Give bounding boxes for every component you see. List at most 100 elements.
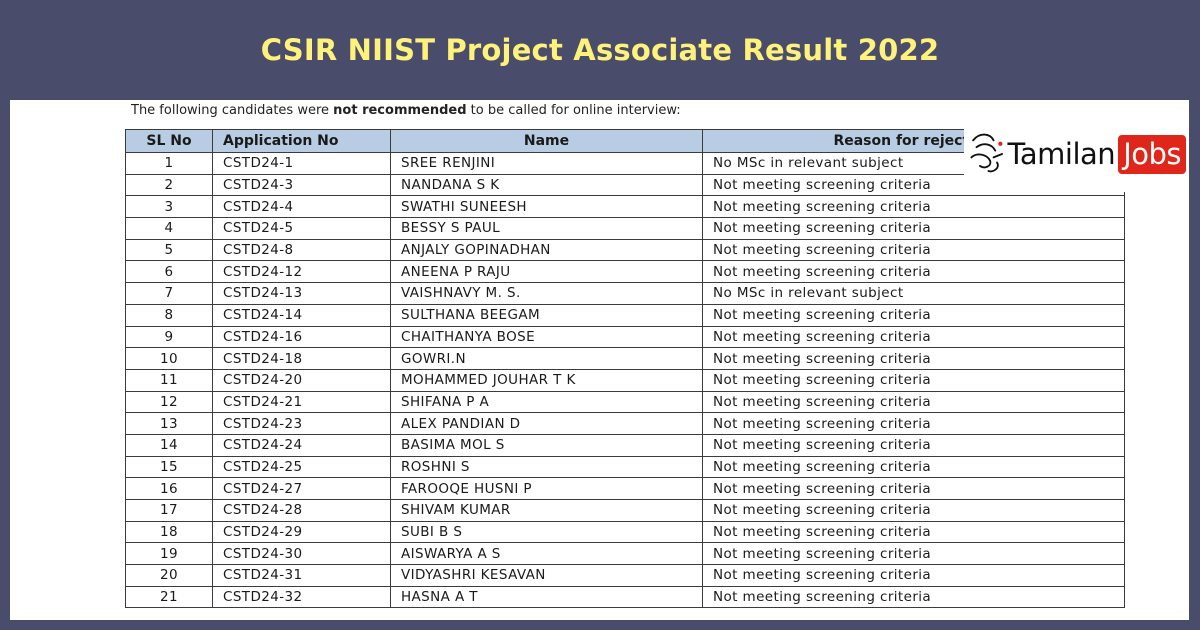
notice-text-start: The following candidates were — [131, 103, 334, 118]
cell-sl-no: 11 — [125, 368, 213, 392]
cell-reason: Not meeting screening criteria — [702, 455, 1125, 479]
cell-name: MOHAMMED JOUHAR T K — [390, 368, 703, 392]
cell-name: SUBI B S — [390, 520, 703, 544]
cell-sl-no: 21 — [125, 585, 213, 609]
cell-name: HASNA A T — [390, 585, 703, 609]
cell-sl-no: 17 — [125, 499, 213, 522]
cell-reason: Not meeting screening criteria — [702, 390, 1125, 414]
cell-sl-no: 1 — [125, 152, 213, 175]
cell-sl-no: 13 — [125, 412, 213, 435]
table-row: 17 CSTD24-28 SHIVAM KUMAR Not meeting scree… — [125, 499, 1125, 522]
notice-text-end: to be called for online interview: — [466, 103, 681, 118]
cell-name: NANDANA S K — [390, 173, 703, 197]
header-name: Name — [390, 129, 703, 153]
cell-sl-no: 8 — [125, 303, 213, 327]
cell-name: SHIFANA P A — [390, 390, 703, 414]
table-row: 14 CSTD24-24 BASIMA MOL S Not meeting scree… — [125, 433, 1125, 457]
cell-sl-no: 2 — [125, 173, 213, 197]
cell-application-no: CSTD24-32 — [212, 585, 391, 609]
cell-application-no: CSTD24-12 — [212, 260, 391, 284]
cell-reason: Not meeting screening criteria — [702, 195, 1125, 219]
logo-text-tamilan: Tamilan — [1007, 137, 1116, 171]
cell-name: AISWARYA A S — [390, 542, 703, 566]
cell-application-no: CSTD24-14 — [212, 303, 391, 327]
table-row: 20 CSTD24-31 VIDYASHRI KESAVAN Not meeting … — [125, 564, 1125, 587]
cell-application-no: CSTD24-5 — [212, 217, 391, 240]
cell-sl-no: 20 — [125, 564, 213, 587]
cell-application-no: CSTD24-28 — [212, 499, 391, 522]
cell-application-no: CSTD24-3 — [212, 173, 391, 197]
cell-sl-no: 15 — [125, 455, 213, 479]
cell-name: ANJALY GOPINADHAN — [390, 238, 703, 262]
table-row: 16 CSTD24-27 FAROOQE HUSNI P Not meeting sc… — [125, 477, 1125, 500]
table-row: 9 CSTD24-16 CHAITHANYA BOSE Not meeting scr… — [125, 325, 1125, 349]
header-application-no: Application No — [212, 129, 391, 153]
cell-application-no: CSTD24-16 — [212, 325, 391, 349]
cell-sl-no: 14 — [125, 433, 213, 457]
cell-name: BASIMA MOL S — [390, 433, 703, 457]
cell-application-no: CSTD24-1 — [212, 152, 391, 175]
cell-reason: Not meeting screening criteria — [702, 347, 1125, 370]
cell-name: SHIVAM KUMAR — [390, 499, 703, 522]
tamilan-jobs-logo: Tamilan Jobs — [964, 116, 1186, 192]
cell-application-no: CSTD24-25 — [212, 455, 391, 479]
cell-reason: Not meeting screening criteria — [702, 217, 1125, 240]
table-row: 7 CSTD24-13 VAISHNAVY M. S. No MSc in relev… — [125, 282, 1125, 305]
table-row: 5 CSTD24-8 ANJALY GOPINADHAN Not meeting sc… — [125, 238, 1125, 262]
cell-name: ANEENA P RAJU — [390, 260, 703, 284]
cell-reason: Not meeting screening criteria — [702, 433, 1125, 457]
cell-sl-no: 4 — [125, 217, 213, 240]
cell-name: ROSHNI S — [390, 455, 703, 479]
cell-reason: Not meeting screening criteria — [702, 238, 1125, 262]
cell-name: GOWRI.N — [390, 347, 703, 370]
cell-sl-no: 7 — [125, 282, 213, 305]
cell-application-no: CSTD24-4 — [212, 195, 391, 219]
cell-sl-no: 9 — [125, 325, 213, 349]
table-row: 4 CSTD24-5 BESSY S PAUL Not meeting screeni… — [125, 217, 1125, 240]
table-row: 6 CSTD24-12 ANEENA P RAJU Not meeting scree… — [125, 260, 1125, 284]
cell-application-no: CSTD24-13 — [212, 282, 391, 305]
tamil-script-logo-icon — [970, 133, 1004, 173]
cell-name: CHAITHANYA BOSE — [390, 325, 703, 349]
cell-reason: Not meeting screening criteria — [702, 303, 1125, 327]
cell-reason: Not meeting screening criteria — [702, 499, 1125, 522]
cell-application-no: CSTD24-23 — [212, 412, 391, 435]
cell-sl-no: 10 — [125, 347, 213, 370]
cell-name: SREE RENJINI — [390, 152, 703, 175]
cell-name: SWATHI SUNEESH — [390, 195, 703, 219]
result-document: The following candidates were not recomm… — [10, 100, 1189, 620]
cell-name: VIDYASHRI KESAVAN — [390, 564, 703, 587]
cell-application-no: CSTD24-27 — [212, 477, 391, 500]
header-sl-no: SL No — [125, 129, 213, 153]
cell-application-no: CSTD24-31 — [212, 564, 391, 587]
table-row: 8 CSTD24-14 SULTHANA BEEGAM Not meeting scr… — [125, 303, 1125, 327]
cell-reason: Not meeting screening criteria — [702, 412, 1125, 435]
cell-name: FAROOQE HUSNI P — [390, 477, 703, 500]
cell-application-no: CSTD24-20 — [212, 368, 391, 392]
cell-name: SULTHANA BEEGAM — [390, 303, 703, 327]
table-row: 19 CSTD24-30 AISWARYA A S Not meeting scree… — [125, 542, 1125, 566]
cell-application-no: CSTD24-21 — [212, 390, 391, 414]
logo-text-jobs: Jobs — [1118, 134, 1186, 174]
cell-reason: No MSc in relevant subject — [702, 282, 1125, 305]
cell-sl-no: 6 — [125, 260, 213, 284]
table-row: 3 CSTD24-4 SWATHI SUNEESH Not meeting scree… — [125, 195, 1125, 219]
cell-reason: Not meeting screening criteria — [702, 325, 1125, 349]
cell-reason: Not meeting screening criteria — [702, 368, 1125, 392]
cell-reason: Not meeting screening criteria — [702, 564, 1125, 587]
table-row: 10 CSTD24-18 GOWRI.N Not meeting screening … — [125, 347, 1125, 370]
cell-reason: Not meeting screening criteria — [702, 260, 1125, 284]
page-title: CSIR NIIST Project Associate Result 2022 — [260, 33, 940, 67]
cell-reason: Not meeting screening criteria — [702, 477, 1125, 500]
table-row: 21 CSTD24-32 HASNA A T Not meeting screenin… — [125, 585, 1125, 609]
cell-sl-no: 16 — [125, 477, 213, 500]
cell-application-no: CSTD24-29 — [212, 520, 391, 544]
cell-sl-no: 5 — [125, 238, 213, 262]
cell-sl-no: 18 — [125, 520, 213, 544]
cell-application-no: CSTD24-8 — [212, 238, 391, 262]
table-row: 12 CSTD24-21 SHIFANA P A Not meeting screen… — [125, 390, 1125, 414]
cell-sl-no: 19 — [125, 542, 213, 566]
cell-name: VAISHNAVY M. S. — [390, 282, 703, 305]
cell-reason: Not meeting screening criteria — [702, 520, 1125, 544]
table-row: 15 CSTD24-25 ROSHNI S Not meeting screening… — [125, 455, 1125, 479]
